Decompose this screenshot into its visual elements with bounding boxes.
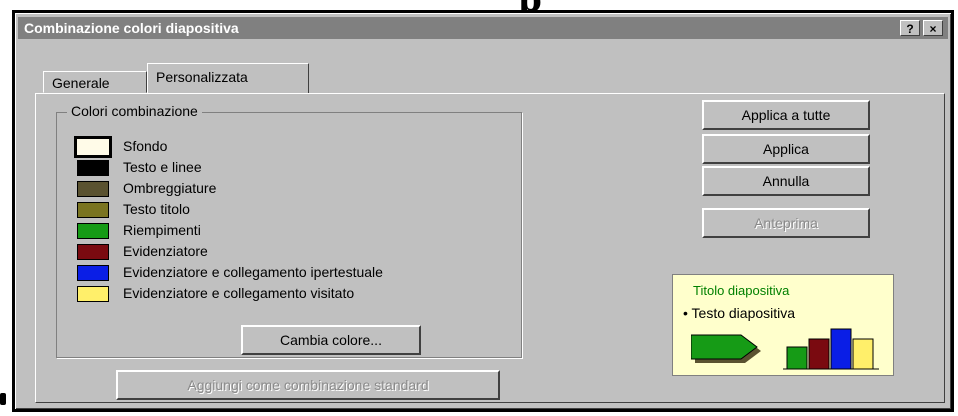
color-swatch[interactable] [77,244,109,260]
preview-button[interactable]: Anteprima [702,208,870,238]
change-color-button[interactable]: Cambia colore... [241,325,421,355]
add-as-standard-button[interactable]: Aggiungi come combinazione standard [116,370,500,400]
color-swatch[interactable] [77,202,109,218]
preview-bar [830,328,852,370]
tab-personalizzata[interactable]: Personalizzata [147,63,309,93]
color-label: Sfondo [123,138,168,154]
preview-bar-chart [783,328,879,370]
preview-bar [852,338,874,370]
preview-bar [808,338,830,370]
help-button[interactable]: ? [900,20,920,36]
preview-bullet-text: • Testo diapositiva [683,305,796,321]
color-swatch[interactable] [77,160,109,176]
scheme-colors-group: Colori combinazione Sfondo Testo e linee O… [56,103,522,358]
dialog-title: Combinazione colori diapositiva [24,20,239,36]
color-label: Evidenziatore [123,243,208,259]
color-label: Evidenziatore e collegamento ipertestual… [123,264,383,280]
color-label: Testo titolo [123,201,190,217]
preview-title: Titolo diapositiva [693,283,790,298]
color-label: Evidenziatore e collegamento visitato [123,285,355,301]
color-label: Testo e linee [123,159,202,175]
color-swatch[interactable] [77,223,109,239]
color-label: Riempimenti [123,222,201,238]
group-title: Colori combinazione [67,103,202,119]
preview-bar [786,346,808,370]
color-swatch[interactable] [77,265,109,281]
cancel-button[interactable]: Annulla [702,166,870,196]
slide-preview: Titolo diapositiva • Testo diapositiva [672,274,894,376]
color-swatch[interactable] [74,136,112,158]
color-swatch[interactable] [77,181,109,197]
color-swatch[interactable] [77,286,109,302]
color-label: Ombreggiature [123,180,217,196]
dialog-titlebar: Combinazione colori diapositiva ? × [18,17,948,39]
slide-color-scheme-dialog: Combinazione colori diapositiva ? × Gene… [12,10,954,412]
tab-generale[interactable]: Generale [43,71,147,93]
apply-button[interactable]: Applica [702,134,870,164]
bullet-marker [0,393,6,405]
tab-panel: Colori combinazione Sfondo Testo e linee O… [35,93,945,403]
apply-all-button[interactable]: Applica a tutte [702,100,870,130]
close-button[interactable]: × [923,20,943,36]
preview-graphics [691,328,879,370]
